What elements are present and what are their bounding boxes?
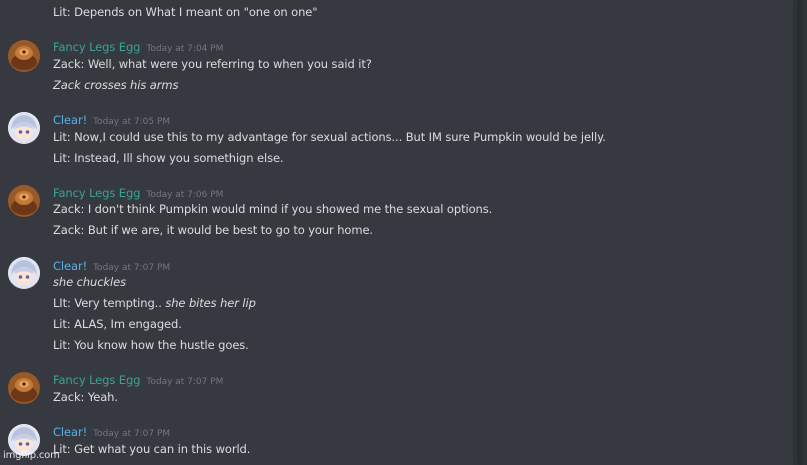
scrollbar-track[interactable] (797, 0, 803, 465)
timestamp: Today at 7:05 PM (93, 117, 171, 127)
avatar-fancy-legs-egg[interactable] (8, 40, 40, 72)
message-header: Clear! Today at 7:07 PM (53, 423, 170, 442)
message-line: she chuckles (53, 274, 126, 290)
message-header: Fancy Legs Egg Today at 7:04 PM (53, 38, 223, 57)
author-name[interactable]: Fancy Legs Egg (53, 40, 140, 54)
message-line: Lit: Instead, Ill show you somethign els… (53, 151, 284, 165)
message-line: Zack: Well, what were you referring to w… (53, 57, 372, 71)
message-line: Zack: But if we are, it would be best to… (53, 223, 373, 237)
avatar-clear[interactable] (8, 112, 40, 144)
author-name[interactable]: Clear! (53, 425, 87, 439)
timestamp: Today at 7:07 PM (93, 429, 171, 439)
chat-messages: Lit: Depends on What I meant on "one on … (0, 0, 790, 465)
avatar-clear[interactable] (8, 257, 40, 289)
italic-action: Zack crosses his arms (53, 78, 179, 92)
italic-action: she bites her lip (165, 296, 256, 310)
watermark: imgflip.com (3, 450, 60, 461)
timestamp: Today at 7:07 PM (93, 263, 171, 273)
message-header: Clear! Today at 7:05 PM (53, 111, 170, 130)
message-line: Lit: Get what you can in this world. (53, 442, 251, 456)
message-line: Lit: ALAS, Im engaged. (53, 317, 182, 331)
message-line: Lit: Now,I could use this to my advantag… (53, 130, 606, 144)
author-name[interactable]: Clear! (53, 259, 87, 273)
message-line: Zack: Yeah. (53, 390, 118, 404)
avatar-fancy-legs-egg[interactable] (8, 372, 40, 404)
timestamp: Today at 7:07 PM (146, 377, 224, 387)
avatar-fancy-legs-egg[interactable] (8, 185, 40, 217)
author-name[interactable]: Clear! (53, 113, 87, 127)
message-header: Fancy Legs Egg Today at 7:07 PM (53, 371, 223, 390)
message-line: LIt: Very tempting.. she bites her lip (53, 295, 256, 311)
scrollbar[interactable] (793, 0, 807, 465)
italic-action: she chuckles (53, 275, 126, 289)
message-text: LIt: Very tempting.. (53, 296, 166, 310)
timestamp: Today at 7:04 PM (146, 44, 224, 54)
message-line: Lit: Depends on What I meant on "one on … (53, 5, 318, 19)
message-line: Zack: I don't think Pumpkin would mind i… (53, 202, 493, 216)
author-name[interactable]: Fancy Legs Egg (53, 373, 140, 387)
message-line: Lit: You know how the hustle goes. (53, 338, 249, 352)
message-line: Zack crosses his arms (53, 77, 178, 93)
timestamp: Today at 7:06 PM (146, 190, 224, 200)
author-name[interactable]: Fancy Legs Egg (53, 186, 140, 200)
